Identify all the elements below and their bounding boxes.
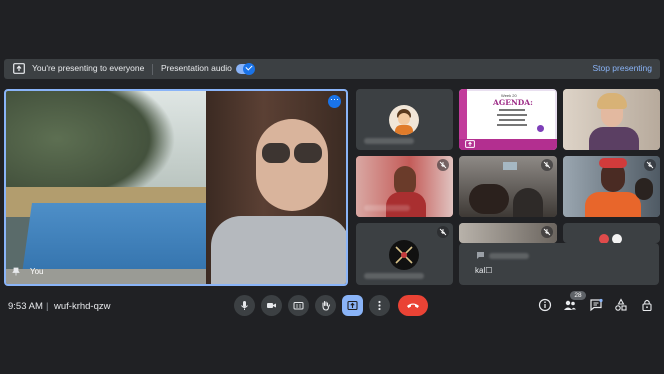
participants-count-badge: 28 (570, 291, 586, 300)
present-screen-icon (13, 63, 25, 74)
participant-tile-avatar-3[interactable] (563, 223, 660, 243)
microphone-button[interactable] (234, 295, 255, 316)
chat-bubble-icon (477, 252, 484, 259)
people-icon[interactable] (563, 298, 577, 312)
leave-call-button[interactable] (398, 295, 428, 316)
captions-button[interactable] (288, 295, 309, 316)
raise-hand-icon (322, 300, 331, 311)
activities-icon[interactable] (614, 298, 628, 312)
stop-presenting-button[interactable]: Stop presenting (592, 63, 652, 73)
participant-tile-video-3[interactable] (459, 156, 557, 217)
mic-off-indicator (437, 226, 449, 238)
toggle-check-icon (243, 63, 255, 75)
chat-icon[interactable] (589, 298, 603, 312)
camera-icon (267, 303, 276, 308)
crossed-swords-icon (395, 246, 413, 264)
mic-off-icon (439, 161, 447, 169)
camera-button[interactable] (261, 295, 282, 316)
mic-off-icon (646, 161, 654, 169)
mic-off-indicator (541, 159, 553, 171)
participant-avatar (389, 105, 419, 135)
self-video-tile[interactable]: ⋯ You (4, 89, 348, 286)
chat-message-text: kal☐ (475, 266, 493, 275)
chat-message-toast[interactable]: kal☐ (459, 243, 659, 285)
participant-tile-video-2[interactable] (356, 156, 453, 217)
presenting-status-text: You're presenting to everyone (32, 63, 145, 73)
info-icon[interactable] (538, 298, 552, 312)
meeting-code: wuf-krhd-qzw (54, 301, 111, 312)
mic-off-icon (439, 228, 447, 236)
participant-tile-avatar-2[interactable] (356, 223, 453, 285)
raise-hand-button[interactable] (315, 295, 336, 316)
participant-tile-avatar-1[interactable] (356, 89, 453, 150)
more-vert-icon (378, 300, 381, 311)
presentation-audio-toggle[interactable] (236, 63, 255, 75)
captions-icon (293, 302, 304, 310)
banner-divider (152, 64, 153, 75)
mic-off-indicator (541, 226, 553, 238)
participant-tile-video-4[interactable] (563, 156, 660, 217)
slide-agenda-title: AGENDA: (493, 98, 533, 107)
mic-off-icon (543, 161, 551, 169)
pin-icon (12, 267, 20, 276)
presentation-audio-label: Presentation audio (161, 63, 232, 73)
host-controls-icon[interactable] (640, 298, 654, 312)
present-now-button[interactable] (342, 295, 363, 316)
tile-more-options-button[interactable]: ⋯ (328, 95, 341, 108)
presenting-banner: You're presenting to everyone Presentati… (4, 59, 660, 79)
mic-off-indicator (644, 159, 656, 171)
presentation-icon (465, 140, 475, 148)
clock-time: 9:53 AM (8, 301, 43, 312)
more-options-button[interactable] (369, 295, 390, 316)
mic-off-icon (543, 228, 551, 236)
participant-tile-video-5[interactable] (459, 223, 557, 243)
microphone-icon (241, 301, 248, 310)
participant-tile-agenda-slide[interactable]: Week 20 AGENDA: (459, 89, 557, 150)
participant-avatar (389, 240, 419, 270)
toolbar-divider: | (46, 301, 49, 312)
present-screen-icon (347, 300, 358, 311)
participant-tile-video-1[interactable] (563, 89, 660, 150)
hang-up-icon (407, 303, 419, 308)
self-name-label: You (30, 267, 44, 276)
mic-off-indicator (437, 159, 449, 171)
